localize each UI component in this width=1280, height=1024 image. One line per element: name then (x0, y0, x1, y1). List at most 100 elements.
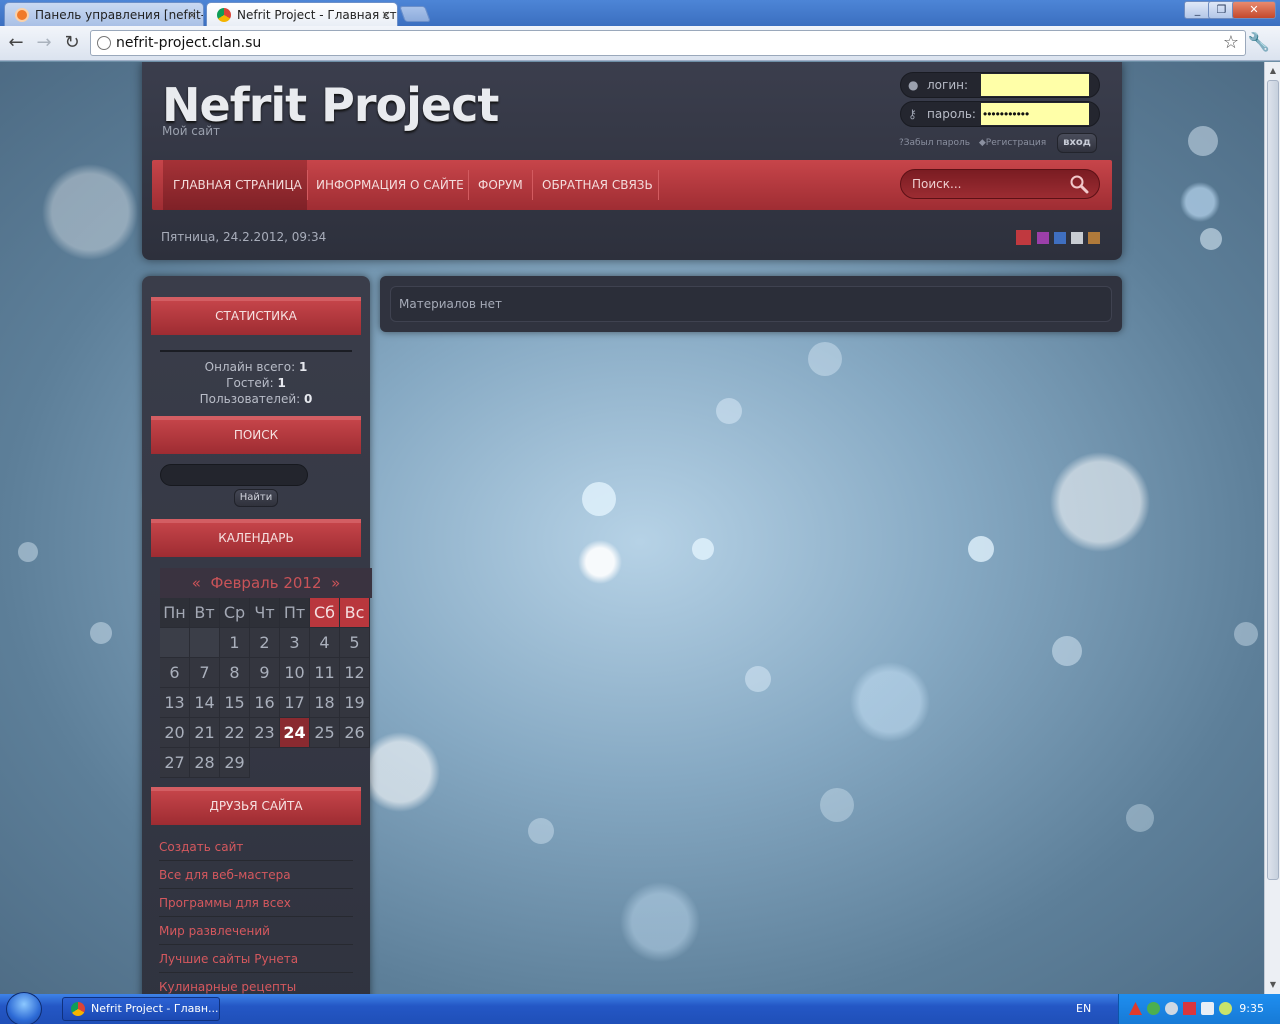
calendar-day[interactable]: 11 (310, 658, 340, 688)
theme-swatch-red[interactable] (1016, 230, 1031, 245)
page-viewport: Nefrit Project Мой сайт ● логин: ⚷ парол… (0, 62, 1264, 994)
login-label: логин: (927, 78, 969, 92)
calendar-day[interactable]: 3 (280, 628, 310, 658)
calendar-empty-cell (160, 628, 190, 658)
bokeh-light (820, 788, 854, 822)
scroll-down-arrow-icon[interactable]: ▼ (1267, 978, 1279, 992)
tab-close-icon[interactable]: × (187, 3, 197, 26)
calendar-day[interactable]: 29 (220, 748, 250, 778)
calendar-day[interactable]: 19 (340, 688, 370, 718)
date-bar: Пятница, 24.2.2012, 09:34 (142, 226, 1122, 260)
steam-tray-icon[interactable] (1165, 1002, 1178, 1015)
calendar-empty-cell (190, 628, 220, 658)
calendar-day[interactable]: 2 (250, 628, 280, 658)
find-button[interactable]: Найти (234, 489, 278, 507)
calendar-day[interactable]: 10 (280, 658, 310, 688)
calendar-day[interactable]: 13 (160, 688, 190, 718)
scrollbar-thumb[interactable] (1267, 80, 1279, 880)
login-input[interactable] (981, 74, 1089, 96)
calendar-day[interactable]: 22 (220, 718, 250, 748)
stats-online-row: Онлайн всего: 1 (151, 359, 361, 375)
sidebar: СТАТИСТИКА Онлайн всего: 1 Гостей: 1 Пол… (142, 276, 372, 994)
friend-link[interactable]: Кулинарные рецепты (159, 973, 353, 994)
content-box: Материалов нет (390, 286, 1112, 322)
calendar-day[interactable]: 26 (340, 718, 370, 748)
page-scrollbar[interactable]: ▲ ▼ (1264, 62, 1280, 994)
login-submit-button[interactable]: вход (1057, 133, 1097, 153)
calendar: « Февраль 2012 » Пн Вт Ср Чт Пт Сб Вс 1 2 3 4 5 6 7 8 9… (160, 568, 372, 778)
nav-item-feedback[interactable]: ОБРАТНАЯ СВЯЗЬ (532, 160, 663, 210)
calendar-day[interactable]: 27 (160, 748, 190, 778)
calendar-day[interactable]: 5 (340, 628, 370, 658)
calendar-day[interactable]: 24 (280, 718, 310, 748)
register-link[interactable]: ◆Регистрация (979, 138, 1046, 148)
maximize-button[interactable]: ❐ (1208, 1, 1235, 19)
calendar-day[interactable]: 25 (310, 718, 340, 748)
taskbar-window-button[interactable]: Nefrit Project - Главн... (62, 997, 220, 1021)
reload-icon[interactable]: ↻ (60, 32, 84, 54)
tab-nefrit-project[interactable]: Nefrit Project - Главная стра × (206, 2, 398, 26)
calendar-day[interactable]: 7 (190, 658, 220, 688)
sidebar-search-input[interactable] (160, 464, 308, 486)
language-indicator[interactable]: EN (1076, 994, 1091, 1024)
tab-control-panel[interactable]: Панель управления [nefrit-pr × (4, 2, 204, 26)
calendar-day[interactable]: 16 (250, 688, 280, 718)
site-subtitle: Мой сайт (162, 124, 221, 138)
antivirus-tray-icon[interactable] (1183, 1002, 1196, 1015)
calendar-day[interactable]: 9 (250, 658, 280, 688)
back-arrow-icon[interactable]: ← (4, 32, 28, 54)
magnifier-icon[interactable] (1069, 174, 1089, 194)
close-window-button[interactable]: ✕ (1232, 1, 1276, 19)
nav-item-home[interactable]: ГЛАВНАЯ СТРАНИЦА (163, 160, 307, 210)
calendar-day[interactable]: 14 (190, 688, 220, 718)
friend-link[interactable]: Лучшие сайты Рунета (159, 945, 353, 973)
calendar-next-link[interactable]: » (331, 574, 340, 592)
address-bar[interactable]: nefrit-project.clan.su ☆ (90, 30, 1246, 56)
password-input[interactable] (981, 103, 1089, 125)
friend-link[interactable]: Все для веб-мастера (159, 861, 353, 889)
calendar-day[interactable]: 15 (220, 688, 250, 718)
wrench-menu-icon[interactable]: 🔧 (1248, 32, 1270, 53)
calendar-day[interactable]: 4 (310, 628, 340, 658)
friend-link[interactable]: Мир развлечений (159, 917, 353, 945)
header-search-field[interactable]: Поиск... (900, 169, 1100, 199)
theme-swatch-purple[interactable] (1037, 232, 1049, 244)
start-button[interactable] (6, 992, 42, 1024)
friend-link[interactable]: Создать сайт (159, 833, 353, 861)
theme-swatch-grey[interactable] (1071, 232, 1083, 244)
calendar-day[interactable]: 20 (160, 718, 190, 748)
chat-tray-icon[interactable] (1219, 1002, 1232, 1015)
scroll-up-arrow-icon[interactable]: ▲ (1267, 64, 1279, 78)
theme-swatch-blue[interactable] (1054, 232, 1066, 244)
network-tray-icon[interactable] (1147, 1002, 1160, 1015)
calendar-day[interactable]: 18 (310, 688, 340, 718)
stats-users-row: Пользователей: 0 (151, 391, 361, 407)
bokeh-light (968, 536, 994, 562)
calendar-day[interactable]: 12 (340, 658, 370, 688)
forgot-password-link[interactable]: ?Забыл пароль (899, 138, 970, 148)
stats-block-title: СТАТИСТИКА (151, 297, 361, 335)
calendar-day[interactable]: 1 (220, 628, 250, 658)
calendar-day[interactable]: 28 (190, 748, 220, 778)
minimize-button[interactable]: _ (1184, 1, 1211, 19)
bookmark-star-icon[interactable]: ☆ (1223, 32, 1239, 53)
tab-close-icon[interactable]: × (381, 3, 391, 26)
friend-link[interactable]: Программы для всех (159, 889, 353, 917)
warning-tray-icon[interactable] (1129, 1002, 1142, 1015)
calendar-day[interactable]: 6 (160, 658, 190, 688)
new-tab-button[interactable] (399, 6, 431, 22)
volume-tray-icon[interactable] (1201, 1002, 1214, 1015)
theme-swatch-brown[interactable] (1088, 232, 1100, 244)
url-text[interactable]: nefrit-project.clan.su (116, 31, 261, 55)
nav-item-forum[interactable]: ФОРУМ (468, 160, 533, 210)
calendar-day[interactable]: 17 (280, 688, 310, 718)
calendar-day[interactable]: 8 (220, 658, 250, 688)
globe-icon (97, 36, 111, 50)
bokeh-light (582, 482, 616, 516)
calendar-day[interactable]: 21 (190, 718, 220, 748)
nav-item-about[interactable]: ИНФОРМАЦИЯ О САЙТЕ (306, 160, 474, 210)
calendar-day[interactable]: 23 (250, 718, 280, 748)
calendar-prev-link[interactable]: « (192, 574, 201, 592)
calendar-month-label[interactable]: Февраль 2012 (210, 574, 321, 592)
forward-arrow-icon[interactable]: → (32, 32, 56, 54)
